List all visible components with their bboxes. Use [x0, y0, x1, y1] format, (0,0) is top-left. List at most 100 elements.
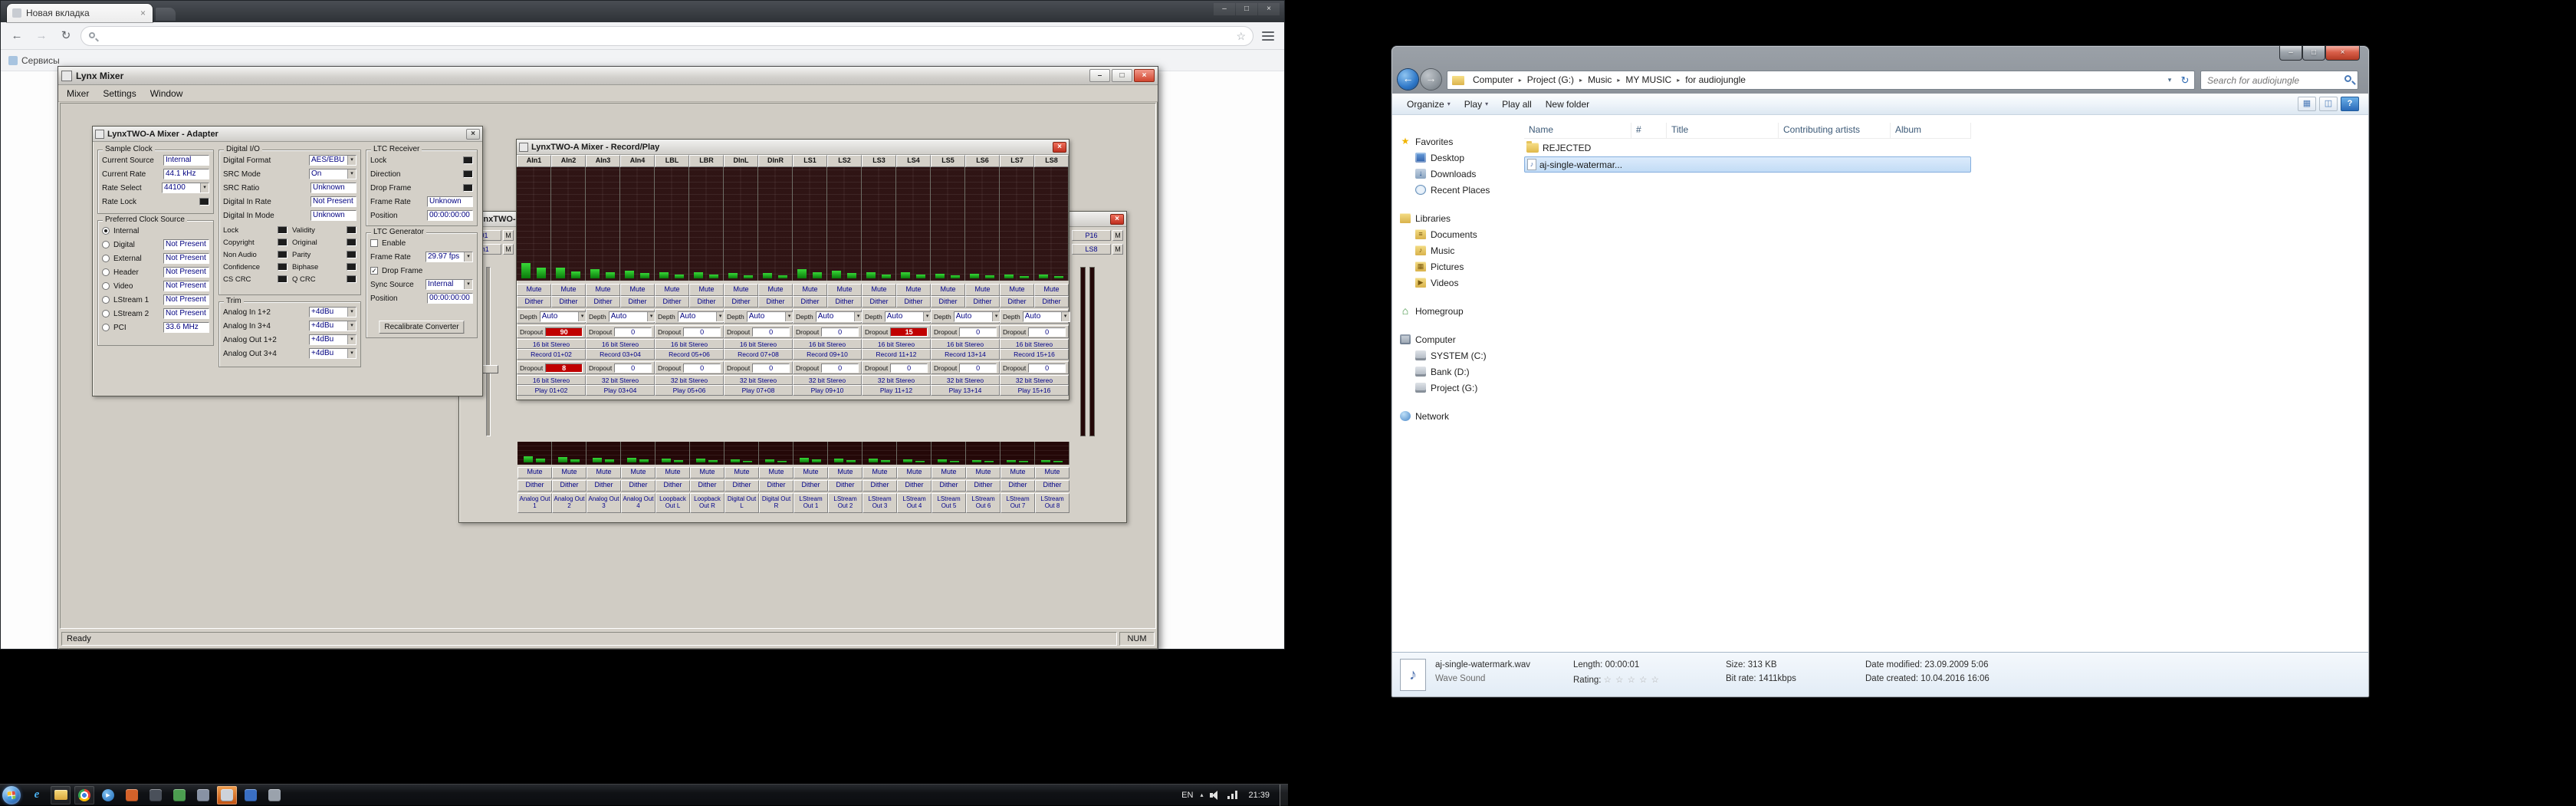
- address-bar[interactable]: ☆: [80, 25, 1254, 46]
- output-mute-button-9[interactable]: Mute: [794, 467, 828, 479]
- breadcrumb-computer[interactable]: Computer: [1467, 71, 1519, 89]
- dither-button-ls5[interactable]: Dither: [931, 296, 965, 308]
- output-mute-button-12[interactable]: Mute: [897, 467, 932, 479]
- mute-button-ls4[interactable]: Mute: [896, 284, 931, 296]
- checkbox-enable[interactable]: [370, 239, 378, 247]
- output-dither-button-10[interactable]: Dither: [828, 480, 863, 492]
- depth-combo[interactable]: Auto ▾: [884, 311, 932, 322]
- dither-button-ain4[interactable]: Dither: [620, 296, 655, 308]
- rating-stars-icon[interactable]: ☆ ☆ ☆ ☆ ☆: [1604, 676, 1660, 685]
- play-all-button[interactable]: Play all: [1495, 95, 1539, 113]
- nav-downloads[interactable]: ↓ Downloads: [1392, 166, 1523, 182]
- radio-lstream-1[interactable]: [102, 296, 110, 304]
- radio-external[interactable]: [102, 255, 110, 262]
- record-pair-button[interactable]: Record 03+04: [586, 349, 655, 360]
- nav-libraries[interactable]: Libraries: [1392, 210, 1523, 226]
- record-pair-button[interactable]: Record 13+14: [931, 349, 1000, 360]
- taskbar-app-green[interactable]: [169, 786, 189, 804]
- mute-button-ls8[interactable]: Mute: [1034, 284, 1069, 296]
- dither-button-ain2[interactable]: Dither: [551, 296, 586, 308]
- mute-button-dinl[interactable]: Mute: [724, 284, 758, 296]
- checkbox-drop-frame[interactable]: ✓: [370, 267, 378, 275]
- nav-desktop[interactable]: Desktop: [1392, 150, 1523, 166]
- radio-lstream-2[interactable]: [102, 310, 110, 317]
- dither-button-ls3[interactable]: Dither: [862, 296, 896, 308]
- output-dither-button-4[interactable]: Dither: [621, 480, 656, 492]
- back-button[interactable]: ←: [7, 26, 27, 46]
- output-dither-button-14[interactable]: Dither: [966, 480, 1001, 492]
- output-mute-button-6[interactable]: Mute: [690, 467, 724, 479]
- column-header-title[interactable]: Title: [1667, 123, 1779, 139]
- play-button[interactable]: Play ▾: [1457, 95, 1495, 113]
- combo-analog-out-3-4[interactable]: +4dBu ▾: [309, 348, 356, 359]
- dither-button-ain3[interactable]: Dither: [586, 296, 620, 308]
- browser-close-button[interactable]: ×: [1258, 3, 1280, 15]
- record-pair-button[interactable]: Record 15+16: [1000, 349, 1069, 360]
- play-pair-button[interactable]: Play 09+10: [793, 385, 862, 396]
- nav-videos[interactable]: ▶ Videos: [1392, 275, 1523, 291]
- mute-button-ain1[interactable]: Mute: [517, 284, 551, 296]
- browser-menu-icon[interactable]: [1258, 26, 1278, 46]
- mixer-titlebar[interactable]: Lynx Mixer – □ ×: [58, 67, 1158, 85]
- file-row-rejected[interactable]: REJECTED: [1524, 140, 1971, 156]
- depth-combo[interactable]: Auto ▾: [815, 311, 863, 322]
- nav-bank-d[interactable]: Bank (D:): [1392, 364, 1523, 380]
- new-folder-button[interactable]: New folder: [1539, 95, 1596, 113]
- tab-close-icon[interactable]: ×: [139, 8, 147, 18]
- output-dither-button-9[interactable]: Dither: [794, 480, 828, 492]
- depth-combo[interactable]: Auto ▾: [677, 311, 725, 322]
- taskbar-app-gray[interactable]: [264, 786, 284, 804]
- recalibrate-converter-button[interactable]: Recalibrate Converter: [379, 321, 465, 334]
- mute-button-ls2[interactable]: Mute: [827, 284, 862, 296]
- taskbar-app-blue[interactable]: [241, 786, 261, 804]
- taskbar-chrome[interactable]: [74, 785, 94, 804]
- nav-documents[interactable]: ≡ Documents: [1392, 226, 1523, 242]
- dither-button-dinl[interactable]: Dither: [724, 296, 758, 308]
- menu-window[interactable]: Window: [143, 87, 190, 100]
- source-mute-toggle[interactable]: M: [503, 244, 514, 255]
- output-dither-button-6[interactable]: Dither: [690, 480, 724, 492]
- output-mute-button-13[interactable]: Mute: [932, 467, 966, 479]
- mute-button-lbr[interactable]: Mute: [689, 284, 724, 296]
- combo-rate-select[interactable]: 44100 ▾: [162, 183, 209, 193]
- dither-button-ls1[interactable]: Dither: [793, 296, 827, 308]
- nav-favorites[interactable]: ★ Favorites: [1392, 133, 1523, 150]
- taskbar-lynx-mixer[interactable]: [217, 785, 237, 804]
- mixer-maximize-button[interactable]: □: [1112, 69, 1132, 82]
- dither-button-ls4[interactable]: Dither: [896, 296, 931, 308]
- adapter-close-button[interactable]: ×: [466, 128, 480, 140]
- source-tag[interactable]: LS8: [1072, 244, 1111, 255]
- output-mute-button-15[interactable]: Mute: [1001, 467, 1035, 479]
- recordplay-close-button[interactable]: ×: [1053, 141, 1066, 153]
- dither-button-lbl[interactable]: Dither: [655, 296, 689, 308]
- combo-analog-in-1-2[interactable]: +4dBu ▾: [309, 307, 356, 317]
- output-mute-button-14[interactable]: Mute: [966, 467, 1001, 479]
- breadcrumb-project-g[interactable]: Project (G:): [1522, 71, 1579, 89]
- output-mute-button-3[interactable]: Mute: [586, 467, 621, 479]
- mute-button-ain4[interactable]: Mute: [620, 284, 655, 296]
- output-mute-button-5[interactable]: Mute: [656, 467, 690, 479]
- mute-button-ain3[interactable]: Mute: [586, 284, 620, 296]
- new-tab-button[interactable]: [156, 8, 176, 21]
- mute-button-ls6[interactable]: Mute: [965, 284, 1000, 296]
- network-icon[interactable]: [1227, 791, 1239, 799]
- dither-button-ls7[interactable]: Dither: [1000, 296, 1034, 308]
- output-mute-button-16[interactable]: Mute: [1035, 467, 1070, 479]
- combo-digital-format[interactable]: AES/EBU ▾: [309, 155, 356, 166]
- nav-music[interactable]: ♪ Music: [1392, 242, 1523, 258]
- search-box[interactable]: [2200, 71, 2358, 90]
- record-pair-button[interactable]: Record 09+10: [793, 349, 862, 360]
- play-pair-button[interactable]: Play 03+04: [586, 385, 655, 396]
- taskbar-app-orange[interactable]: [122, 786, 142, 804]
- depth-combo[interactable]: Auto ▾: [953, 311, 1001, 322]
- depth-combo[interactable]: Auto ▾: [539, 311, 587, 322]
- dither-button-ls6[interactable]: Dither: [965, 296, 1000, 308]
- taskbar-media-player[interactable]: ▶: [98, 786, 118, 804]
- combo-analog-out-1-2[interactable]: +4dBu ▾: [309, 334, 356, 345]
- depth-combo[interactable]: Auto ▾: [608, 311, 656, 322]
- record-pair-button[interactable]: Record 11+12: [862, 349, 931, 360]
- source-mute-toggle[interactable]: M: [1112, 244, 1123, 255]
- dither-button-dinr[interactable]: Dither: [758, 296, 793, 308]
- output-mute-button-8[interactable]: Mute: [759, 467, 794, 479]
- dither-button-ain1[interactable]: Dither: [517, 296, 551, 308]
